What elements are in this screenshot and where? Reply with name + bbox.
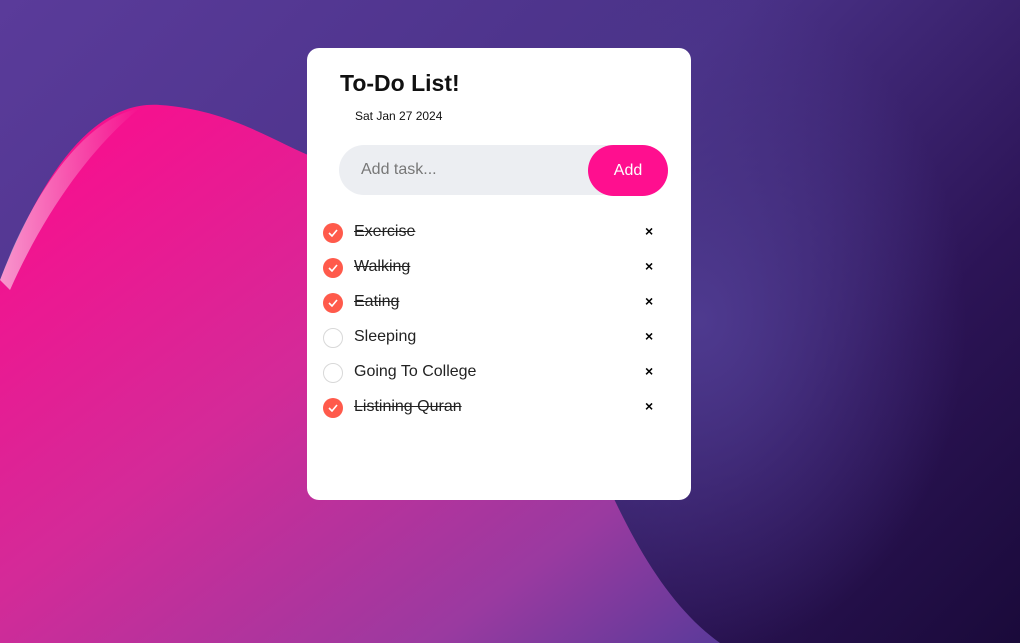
task-item[interactable]: Going To College × xyxy=(307,354,691,389)
checkbox-icon[interactable] xyxy=(323,363,343,383)
task-item[interactable]: Listining Quran × xyxy=(307,389,691,424)
checkbox-icon[interactable] xyxy=(323,223,343,243)
task-list: Exercise × Walking × Eating × Sleeping × xyxy=(307,214,691,424)
task-item[interactable]: Sleeping × xyxy=(307,319,691,354)
close-icon[interactable]: × xyxy=(645,223,653,239)
task-label: Sleeping xyxy=(354,328,417,345)
close-icon[interactable]: × xyxy=(645,328,653,344)
task-item[interactable]: Eating × xyxy=(307,284,691,319)
date-label: Sat Jan 27 2024 xyxy=(355,109,443,123)
add-task-row: Add xyxy=(339,145,668,196)
task-item[interactable]: Exercise × xyxy=(307,214,691,249)
checkbox-icon[interactable] xyxy=(323,328,343,348)
task-item[interactable]: Walking × xyxy=(307,249,691,284)
todo-card: To-Do List! Sat Jan 27 2024 Add Exercise… xyxy=(307,48,691,500)
task-label: Eating xyxy=(354,293,400,310)
checkbox-icon[interactable] xyxy=(323,398,343,418)
task-label: Going To College xyxy=(354,363,477,380)
task-label: Listining Quran xyxy=(354,398,462,415)
task-input[interactable] xyxy=(339,145,601,195)
close-icon[interactable]: × xyxy=(645,398,653,414)
add-button[interactable]: Add xyxy=(588,145,668,196)
page-title: To-Do List! xyxy=(340,70,460,96)
close-icon[interactable]: × xyxy=(645,293,653,309)
close-icon[interactable]: × xyxy=(645,363,653,379)
close-icon[interactable]: × xyxy=(645,258,653,274)
checkbox-icon[interactable] xyxy=(323,293,343,313)
task-label: Walking xyxy=(354,258,411,275)
task-label: Exercise xyxy=(354,223,416,240)
checkbox-icon[interactable] xyxy=(323,258,343,278)
